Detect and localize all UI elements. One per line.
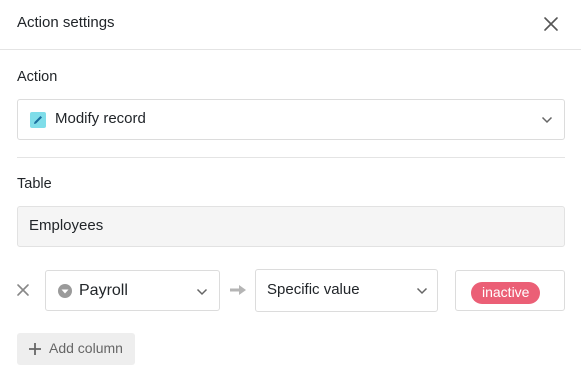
column-select[interactable]: Payroll	[45, 270, 220, 311]
action-select-value: Modify record	[55, 110, 146, 127]
single-select-icon	[58, 284, 72, 298]
column-select-value: Payroll	[79, 282, 128, 299]
action-label: Action	[17, 69, 58, 85]
chevron-down-icon	[416, 287, 428, 295]
add-column-button[interactable]: Add column	[17, 333, 135, 365]
close-icon[interactable]	[540, 13, 562, 35]
option-tag: inactive	[471, 282, 541, 304]
action-select[interactable]: Modify record	[17, 99, 565, 140]
value-type-select[interactable]: Specific value	[255, 269, 438, 312]
table-label: Table	[17, 176, 52, 192]
value-option-field[interactable]: inactive	[455, 270, 565, 311]
table-field: Employees	[17, 206, 565, 247]
remove-row-icon[interactable]	[16, 283, 30, 297]
divider	[17, 157, 565, 158]
dialog-title: Action settings	[17, 14, 115, 31]
add-column-label: Add column	[49, 340, 123, 356]
chevron-down-icon	[196, 288, 208, 296]
table-field-value: Employees	[29, 217, 104, 234]
plus-icon	[29, 343, 41, 355]
arrow-right-icon	[230, 285, 246, 295]
chevron-down-icon	[541, 116, 553, 124]
pencil-icon	[30, 112, 46, 128]
dialog-header: Action settings	[0, 0, 581, 50]
value-type-select-value: Specific value	[267, 281, 360, 298]
